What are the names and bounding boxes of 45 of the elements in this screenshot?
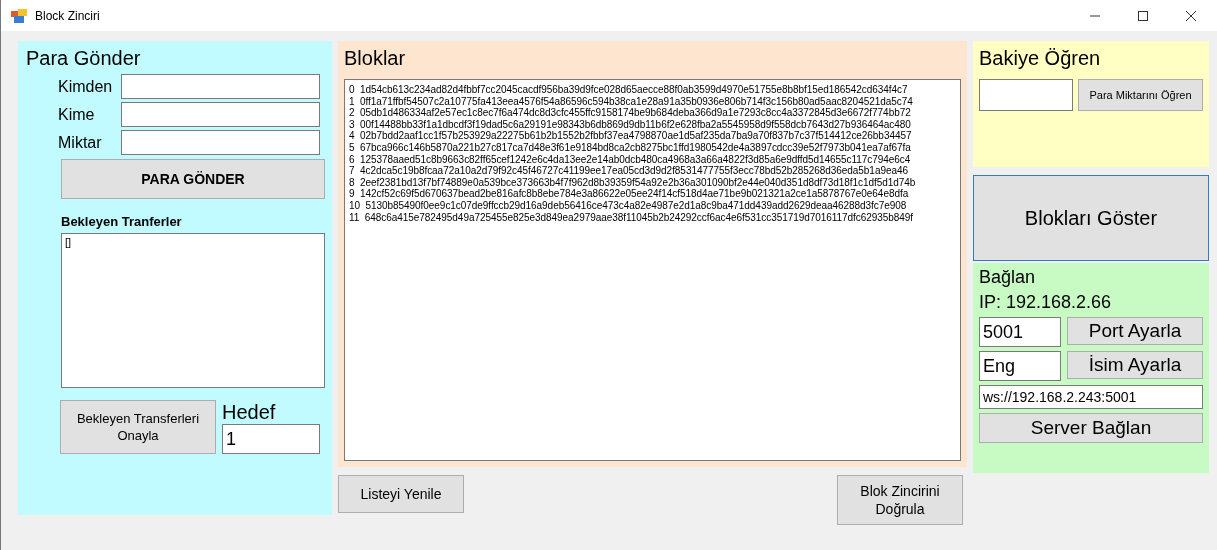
connect-button[interactable]: Server Bağlan — [979, 413, 1203, 443]
block-row[interactable]: 11 648c6a415e782495d49a725455e825e3d849ea2979aae38f11045b2b24292ccf6ac4e6f531cc351719d7016117dfc62935b849f — [349, 211, 956, 224]
pending-label: Bekleyen Tranferler — [61, 214, 183, 229]
input-field[interactable] — [121, 74, 320, 99]
target-field[interactable]: 1 — [222, 424, 320, 454]
panel-title: Para Gönder — [26, 46, 142, 71]
close-icon[interactable] — [1185, 9, 1197, 22]
balance-field[interactable] — [979, 79, 1073, 111]
pending-list[interactable]: [] — [61, 233, 325, 388]
block-row[interactable]: 7 4c2dca5c19b8fcaa72a10a2d79f92c45f46727c41199ee17ea05cd3d9d2f8531477755f3ecc78bd52b285268d36eda5b1a9ea46 — [349, 165, 956, 177]
field-label: Miktar — [58, 133, 103, 152]
input-field[interactable] — [121, 130, 320, 155]
block-row[interactable]: 3 00f14488bb33f1a1dbcdf3f19dad5c6a29191e98343b6db869d9db11b6f2e628fba2a5545958d9f558dcb7643d27b936464ac480 — [349, 118, 956, 131]
name-field[interactable]: Eng — [979, 351, 1061, 381]
panel-title: Bakiye Öğren — [979, 46, 1102, 71]
approve-button[interactable]: Bekleyen Transferleri Onayla — [60, 400, 216, 454]
url-field[interactable]: ws://192.168.2.243:5001 — [979, 385, 1203, 409]
field-label: Kime — [58, 105, 96, 124]
balance-button[interactable]: Para Miktarını Öğren — [1078, 79, 1203, 111]
block-row[interactable]: 4 02b7bdd2aaf1cc1f57b253929a22275b61b2b1552b2fbbf37ea4798870ae1d5af235da7ba9a70f837b7c37f514412ce26bb34457 — [349, 130, 956, 142]
port-field[interactable]: 5001 — [979, 317, 1061, 347]
block-row[interactable]: 6 125378aaed51c8b9663c82ff65cef1242e6c4da13ee2e14ab0dcb480ca4968a3a66a4822f3d85a6e9dffd5d14655c117c794e6c4 — [349, 153, 956, 166]
list-item[interactable]: [] — [65, 236, 72, 248]
send-button[interactable]: PARA GÖNDER — [61, 159, 325, 199]
show-blocks-button[interactable]: Blokları Göster — [973, 175, 1209, 261]
window-title: Block Zinciri — [35, 8, 100, 23]
refresh-button[interactable]: Listeyi Yenile — [338, 475, 464, 513]
verify-button[interactable]: Blok Zincirini Doğrula — [837, 475, 963, 525]
block-row[interactable]: 8 2eef2381bd13f7bf74889e0a539bce373663b4f7f962d8b39359f54a92e2b36a301090bf2e44e040d351d8df73d18f1c1df5d1d74b — [349, 176, 956, 189]
block-row[interactable]: 10 5130b85490f0ee9c1c07de9ffccb29d16a9deb56416ce473c4a82e4987e2d1a8c9ba471dd439add2629deaa46288d3fc7e908 — [349, 199, 956, 212]
name-button[interactable]: İsim Ayarla — [1067, 351, 1203, 379]
block-row[interactable]: 9 142cf52c69f5d670637bead2be816afc8b8ebe784e3a86622e05ee24f14cf518d4ae71be9b021321a2ce1a5878767e0e64e8dfa — [349, 188, 956, 200]
panel-title: Bağlan — [979, 267, 1037, 288]
ip-label: IP: 192.168.2.66 — [979, 292, 1113, 313]
block-row[interactable]: 2 05db1d486334af2e57ec1c8ec7f6a474dc8d3cfc455ffc9158174be9b684deba366d9a1e7293c8cc4a3372845d3e6672f774bb72 — [349, 107, 956, 119]
target-label: Hedef — [222, 401, 277, 424]
block-row[interactable]: 5 67bca966c146b5870a221b27c817ca7d48e3f61e9184bd8ca2cb8275bc1ffd1980542de4a3897cdcc39e52f7973b041ea7af67fa — [349, 141, 956, 154]
panel-title: Bloklar — [344, 46, 407, 71]
maximize-icon[interactable] — [1137, 9, 1149, 22]
block-row[interactable]: 0 1d54cb613c234ad82d4fbbf7cc2045cacdf956ba39d9fce028d65aecce88f0ab3599d4970e51755e8b8bf15ed186542cd634f4c7 — [349, 84, 956, 96]
field-label: Kimden — [58, 77, 114, 96]
input-field[interactable] — [121, 102, 320, 127]
port-button[interactable]: Port Ayarla — [1067, 317, 1203, 345]
block-row[interactable]: 1 0ff1a71ffbf54507c2a10775fa413eea4576f54a86596c594b38ca1e28a91a35b0936e806b714f3c156b80ad5aac8204521da5c74 — [349, 95, 956, 108]
app-icon — [11, 8, 27, 23]
